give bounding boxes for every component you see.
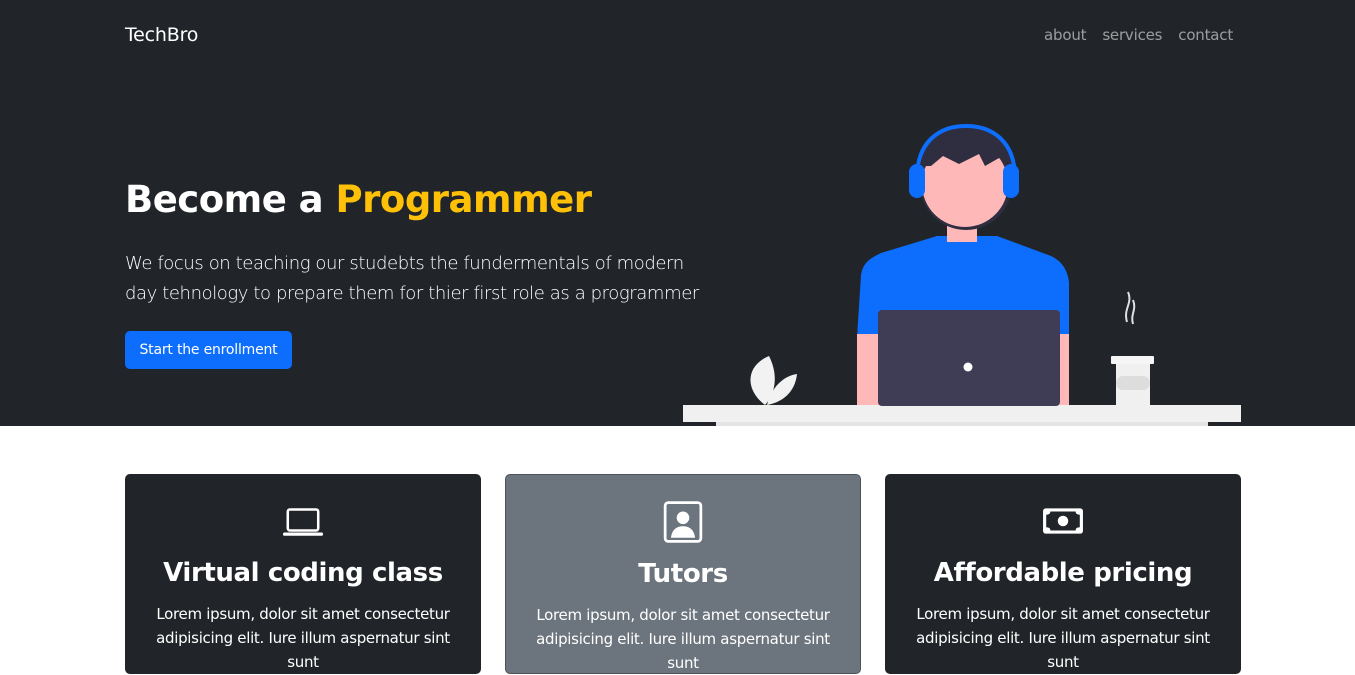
feature-text: Lorem ipsum, dolor sit amet consectetur … <box>536 606 830 672</box>
hero-lead: We focus on teaching our studebts the fu… <box>125 253 699 304</box>
feature-title: Affordable pricing <box>933 558 1193 588</box>
nav-link-contact[interactable]: contact <box>1178 26 1233 44</box>
nav-links: about services contact <box>1044 26 1233 44</box>
cash-icon <box>1043 508 1083 534</box>
feature-title: Tutors <box>638 559 728 589</box>
nav-link-services[interactable]: services <box>1102 26 1162 44</box>
feature-text: Lorem ipsum, dolor sit amet consectetur … <box>156 605 450 671</box>
person-badge-icon <box>663 501 703 543</box>
hero-title-prefix: Become a <box>125 178 336 221</box>
features-section: Virtual coding class Lorem ipsum, dolor … <box>125 474 1241 674</box>
feature-card-affordable-pricing: Affordable pricing Lorem ipsum, dolor si… <box>885 474 1241 674</box>
feature-text: Lorem ipsum, dolor sit amet consectetur … <box>916 605 1210 671</box>
laptop-icon <box>283 508 323 536</box>
feature-card-tutors: Tutors Lorem ipsum, dolor sit amet conse… <box>505 474 861 674</box>
hero-title: Become a Programmer <box>125 178 592 221</box>
start-enrollment-button[interactable]: Start the enrollment <box>125 331 292 369</box>
nav-link-about[interactable]: about <box>1044 26 1086 44</box>
programmer-illustration <box>683 123 1241 426</box>
hero-title-accent: Programmer <box>335 178 592 221</box>
navbar: TechBro about services contact <box>0 0 1355 72</box>
feature-card-virtual-coding: Virtual coding class Lorem ipsum, dolor … <box>125 474 481 674</box>
feature-title: Virtual coding class <box>163 558 443 588</box>
brand-link[interactable]: TechBro <box>125 24 198 46</box>
hero-section: TechBro about services contact Become a … <box>0 0 1355 426</box>
